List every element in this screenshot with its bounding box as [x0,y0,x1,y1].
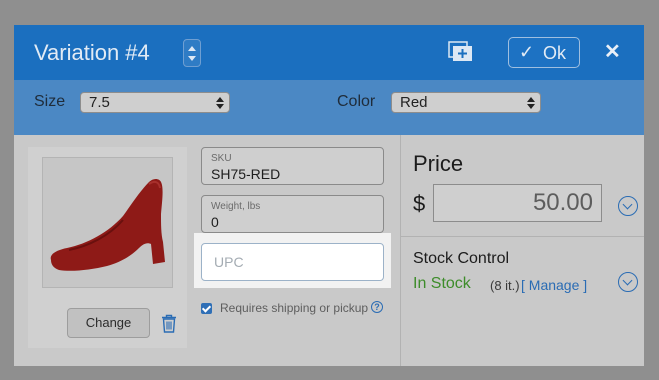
stock-control-heading: Stock Control [413,250,510,267]
color-label: Color [337,93,376,110]
currency-symbol: $ [413,191,426,216]
ok-button[interactable]: ✓ Ok [508,37,580,68]
close-icon[interactable]: ✕ [604,39,621,64]
size-select-value: 7.5 [89,94,110,111]
sku-value: SH75-RED [211,166,281,182]
check-icon: ✓ [519,42,535,62]
dialog-header: Variation #4 ✓ Ok ✕ [14,25,644,80]
select-arrows-icon [527,96,535,110]
price-heading: Price [413,151,464,176]
color-select-value: Red [400,94,428,111]
upc-input[interactable]: UPC [201,243,384,281]
size-label: Size [34,93,66,110]
sku-field[interactable]: SKU SH75-RED [201,147,384,185]
stock-status: In Stock [413,275,471,292]
horizontal-divider [401,236,644,237]
variation-dialog: Variation #4 ✓ Ok ✕ Size 7.5 Color Red C… [14,25,644,366]
stepper-icon[interactable] [183,39,201,67]
weight-value: 0 [211,214,219,230]
attribute-bar: Size 7.5 Color Red [14,80,644,135]
trash-icon[interactable] [161,314,177,333]
price-chevron-down-icon[interactable] [618,196,638,216]
ok-button-label: Ok [543,43,567,63]
manage-stock-link[interactable]: [ Manage ] [521,277,587,293]
dialog-title: Variation #4 [34,40,150,65]
vertical-divider [400,135,401,366]
color-select[interactable]: Red [391,92,541,113]
add-image-icon[interactable] [448,41,474,63]
weight-field[interactable]: Weight, lbs 0 [201,195,384,233]
weight-label: Weight, lbs [211,201,261,212]
requires-shipping-label: Requires shipping or pickup [220,301,369,315]
photo-panel: Change [28,147,187,348]
product-photo[interactable] [42,157,173,288]
size-select[interactable]: 7.5 [80,92,230,113]
change-photo-button[interactable]: Change [67,308,150,338]
select-arrows-icon [216,96,224,110]
sku-label: SKU [211,153,232,164]
price-input[interactable]: 50.00 [433,184,602,222]
requires-shipping-checkbox[interactable] [201,303,212,314]
upc-highlight: UPC [194,233,391,288]
stock-count: (8 it.) [490,278,520,293]
red-heel-shoe-image [50,179,165,271]
help-icon[interactable]: ? [371,301,383,313]
stock-chevron-down-icon[interactable] [618,272,638,292]
